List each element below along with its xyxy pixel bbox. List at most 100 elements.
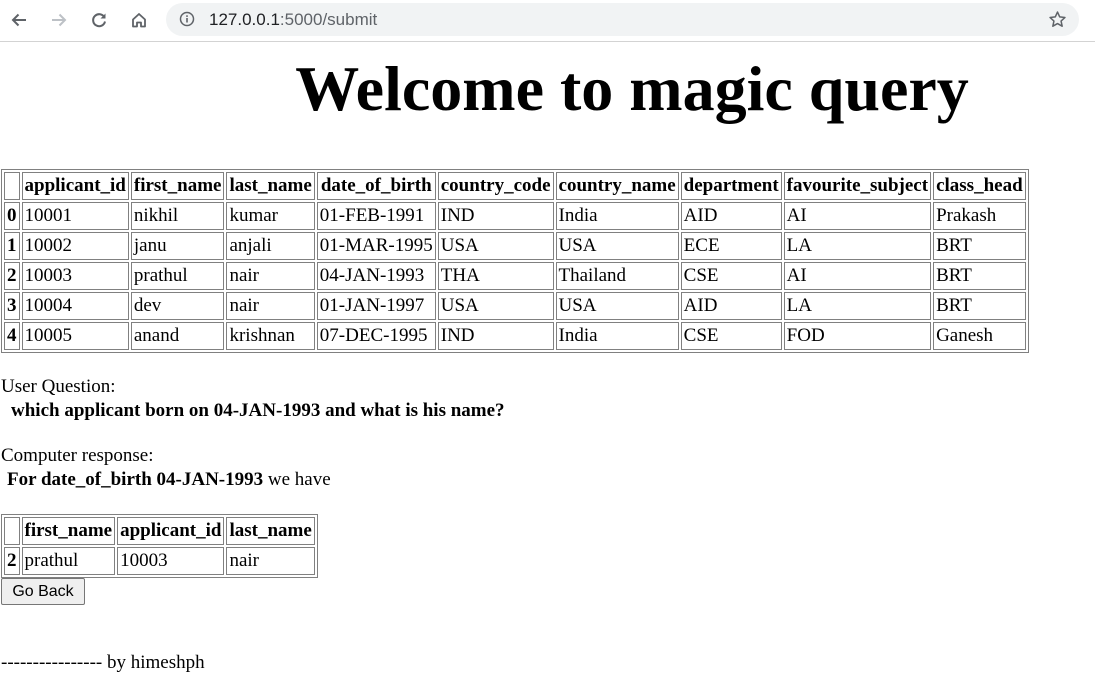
column-header-class-head: class_head xyxy=(933,172,1026,200)
row-index-cell: 0 xyxy=(4,202,20,230)
computer-response-text: For date_of_birth 04-JAN-1993 we have xyxy=(7,468,331,492)
reload-icon xyxy=(92,13,106,28)
table-cell-country-code: IND xyxy=(437,202,554,230)
table-cell-date-of-birth: 04-JAN-1993 xyxy=(316,262,436,290)
arrow-right-icon xyxy=(52,13,67,27)
table-cell-date-of-birth: 01-MAR-1995 xyxy=(316,232,436,260)
table-cell-applicant-id: 10003 xyxy=(117,547,225,575)
table-cell-class-head: BRT xyxy=(933,232,1026,260)
table-cell-first-name: prathul xyxy=(21,547,116,575)
table-cell-department: AID xyxy=(680,292,782,320)
table-cell-favourite-subject: LA xyxy=(783,232,932,260)
table-cell-country-name: India xyxy=(555,202,679,230)
url-host: 127.0.0.1 xyxy=(209,10,280,29)
url-text[interactable]: 127.0.0.1:5000/submit xyxy=(209,10,377,30)
url-path: :5000/submit xyxy=(279,10,378,29)
table-cell-country-name: India xyxy=(555,322,679,350)
table-cell-applicant-id: 10002 xyxy=(21,232,129,260)
table-cell-first-name: dev xyxy=(130,292,225,320)
table-cell-last-name: anjali xyxy=(226,232,315,260)
table-row: 2 10003 prathul nair 04-JAN-1993 THA Thailand C… xyxy=(4,262,1026,290)
response-tail-text: we have xyxy=(263,469,331,490)
column-header-applicant-id: applicant_id xyxy=(117,517,225,545)
table-cell-last-name: nair xyxy=(226,292,315,320)
index-header-cell xyxy=(4,172,20,200)
row-index-cell: 2 xyxy=(4,262,20,290)
star-icon[interactable] xyxy=(1048,10,1067,29)
table-row: 2 prathul 10003 nair xyxy=(4,547,315,575)
reload-button[interactable] xyxy=(85,6,113,34)
table-cell-country-code: USA xyxy=(437,292,554,320)
table-cell-class-head: Prakash xyxy=(933,202,1026,230)
table-row: 0 10001 nikhil kumar 01-FEB-1991 IND India AID A… xyxy=(4,202,1026,230)
row-index-cell: 2 xyxy=(4,547,20,575)
column-header-last-name: last_name xyxy=(226,172,315,200)
table-row: 4 10005 anand krishnan 07-DEC-1995 IND India CS… xyxy=(4,322,1026,350)
response-bold-text: For date_of_birth 04-JAN-1993 xyxy=(7,469,264,490)
applicants-table: applicant_id first_name last_name date_of_b… xyxy=(1,169,1029,353)
table-cell-last-name: nair xyxy=(226,262,315,290)
arrow-left-icon xyxy=(11,13,26,27)
table-cell-favourite-subject: LA xyxy=(783,292,932,320)
column-header-country-code: country_code xyxy=(437,172,554,200)
user-question-label: User Question: xyxy=(1,376,116,397)
table-cell-last-name: krishnan xyxy=(226,322,315,350)
result-table: first_name applicant_id last_name 2 prathul… xyxy=(1,514,318,578)
back-button[interactable] xyxy=(5,6,33,34)
home-button[interactable] xyxy=(125,6,153,34)
table-cell-applicant-id: 10005 xyxy=(21,322,129,350)
browser-toolbar: 127.0.0.1:5000/submit xyxy=(0,0,1095,42)
table-cell-last-name: kumar xyxy=(226,202,315,230)
table-cell-favourite-subject: AI xyxy=(783,262,932,290)
user-question-text: which applicant born on 04-JAN-1993 and … xyxy=(11,400,505,421)
forward-button[interactable] xyxy=(45,6,73,34)
table-cell-first-name: janu xyxy=(130,232,225,260)
table-cell-applicant-id: 10004 xyxy=(21,292,129,320)
table-cell-department: ECE xyxy=(680,232,782,260)
table-header-row: applicant_id first_name last_name date_of_b… xyxy=(4,172,1026,200)
table-row: 3 10004 dev nair 01-JAN-1997 USA USA AID LA BRT xyxy=(4,292,1026,320)
table-cell-first-name: prathul xyxy=(130,262,225,290)
table-cell-class-head: BRT xyxy=(933,292,1026,320)
table-cell-date-of-birth: 07-DEC-1995 xyxy=(316,322,436,350)
table-cell-country-code: THA xyxy=(437,262,554,290)
table-cell-department: CSE xyxy=(680,322,782,350)
column-header-favourite-subject: favourite_subject xyxy=(783,172,932,200)
address-bar[interactable]: 127.0.0.1:5000/submit xyxy=(166,3,1079,36)
column-header-date-of-birth: date_of_birth xyxy=(316,172,436,200)
home-icon xyxy=(132,13,146,28)
row-index-cell: 4 xyxy=(4,322,20,350)
column-header-last-name: last_name xyxy=(226,517,315,545)
table-cell-country-code: IND xyxy=(437,322,554,350)
column-header-country-name: country_name xyxy=(555,172,679,200)
footer-credit: ---------------- by himeshph xyxy=(1,652,205,673)
column-header-first-name: first_name xyxy=(130,172,225,200)
table-cell-applicant-id: 10003 xyxy=(21,262,129,290)
table-cell-last-name: nair xyxy=(226,547,315,575)
column-header-department: department xyxy=(680,172,782,200)
table-row: 1 10002 janu anjali 01-MAR-1995 USA USA ECE LA BR… xyxy=(4,232,1026,260)
table-cell-favourite-subject: AI xyxy=(783,202,932,230)
info-icon[interactable] xyxy=(179,11,195,27)
table-cell-first-name: anand xyxy=(130,322,225,350)
table-cell-country-name: USA xyxy=(555,232,679,260)
table-header-row: first_name applicant_id last_name xyxy=(4,517,315,545)
table-cell-class-head: Ganesh xyxy=(933,322,1026,350)
table-cell-country-code: USA xyxy=(437,232,554,260)
table-cell-department: CSE xyxy=(680,262,782,290)
table-cell-department: AID xyxy=(680,202,782,230)
row-index-cell: 1 xyxy=(4,232,20,260)
computer-response-label: Computer response: xyxy=(1,445,154,466)
column-header-first-name: first_name xyxy=(21,517,116,545)
row-index-cell: 3 xyxy=(4,292,20,320)
table-cell-applicant-id: 10001 xyxy=(21,202,129,230)
column-header-applicant-id: applicant_id xyxy=(21,172,129,200)
table-cell-favourite-subject: FOD xyxy=(783,322,932,350)
table-cell-country-name: USA xyxy=(555,292,679,320)
index-header-cell xyxy=(4,517,20,545)
table-cell-first-name: nikhil xyxy=(130,202,225,230)
table-cell-date-of-birth: 01-FEB-1991 xyxy=(316,202,436,230)
go-back-button[interactable]: Go Back xyxy=(1,578,85,605)
table-cell-date-of-birth: 01-JAN-1997 xyxy=(316,292,436,320)
table-cell-class-head: BRT xyxy=(933,262,1026,290)
